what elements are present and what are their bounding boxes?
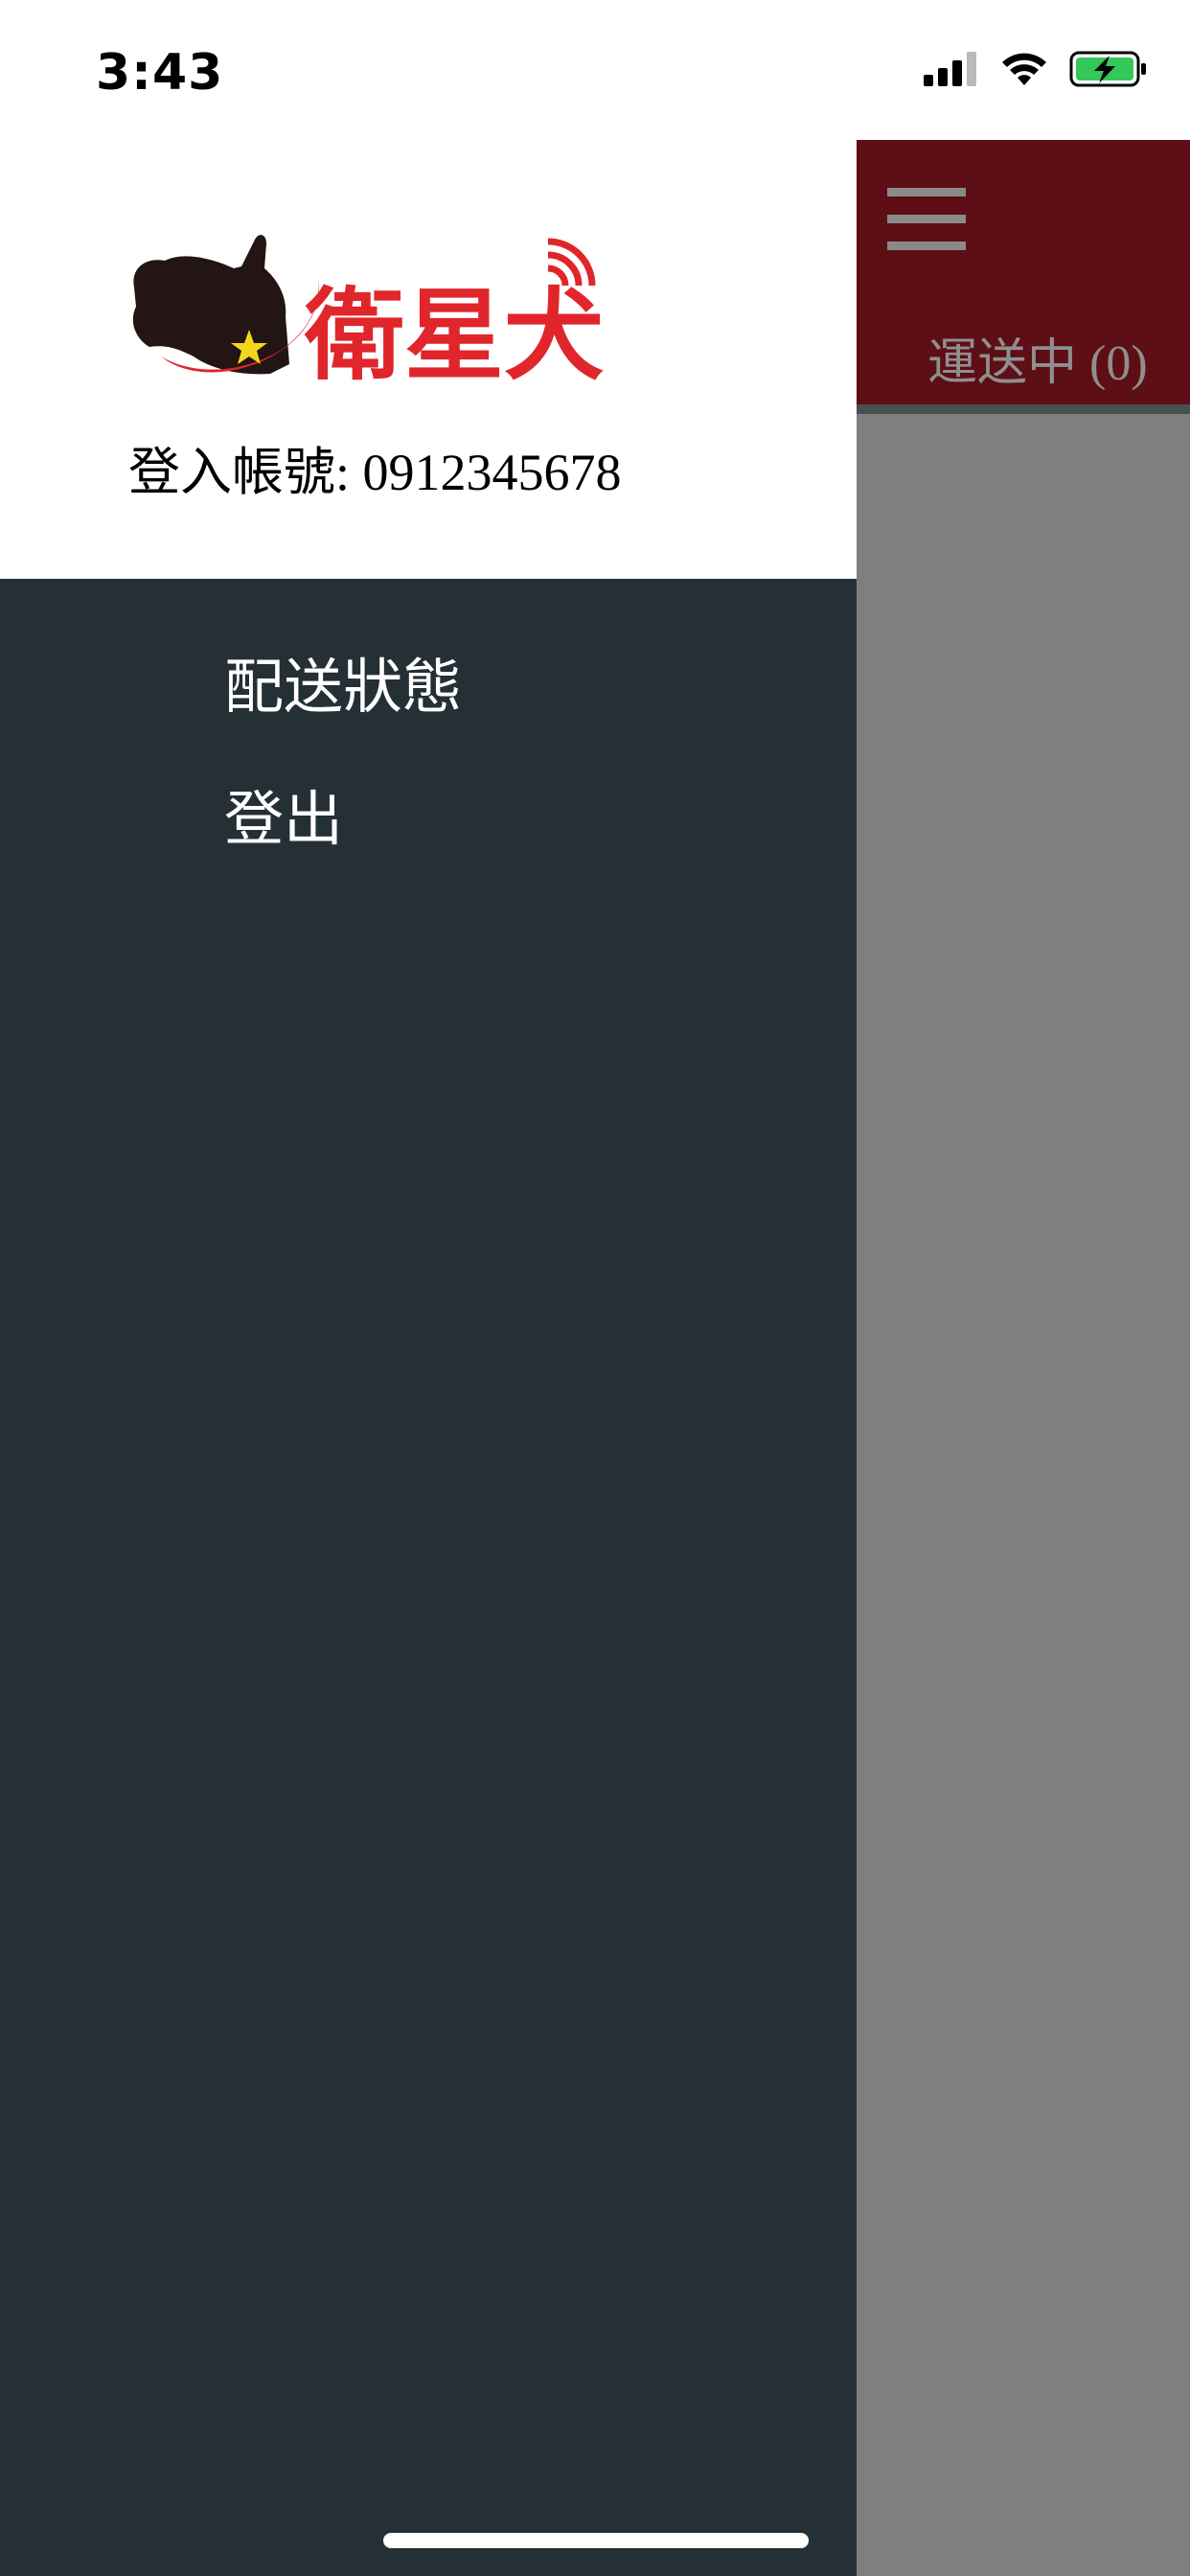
status-bar: 3:43 <box>0 0 1190 140</box>
dog-silhouette-icon <box>132 235 289 375</box>
menu-item-logout[interactable]: 登出 <box>224 770 343 857</box>
hamburger-menu-icon[interactable] <box>887 188 966 251</box>
app-content-overlay[interactable] <box>857 414 1190 2576</box>
header-divider <box>857 404 1190 414</box>
status-icons <box>924 50 1148 88</box>
battery-charging-icon <box>1069 51 1146 87</box>
cellular-signal-icon <box>924 52 976 86</box>
wifi-icon <box>1002 53 1046 85</box>
status-time: 3:43 <box>96 44 224 102</box>
brand-logo: 衛星犬 <box>132 235 604 383</box>
account-label: 登入帳號: 0912345678 <box>128 444 622 501</box>
tab-in-transit[interactable]: 運送中 (0) <box>927 322 1148 394</box>
home-indicator[interactable] <box>383 2533 809 2548</box>
logo-text: 衛星犬 <box>304 277 604 383</box>
menu-item-delivery-status[interactable]: 配送狀態 <box>224 638 462 724</box>
drawer-menu <box>0 579 857 2576</box>
